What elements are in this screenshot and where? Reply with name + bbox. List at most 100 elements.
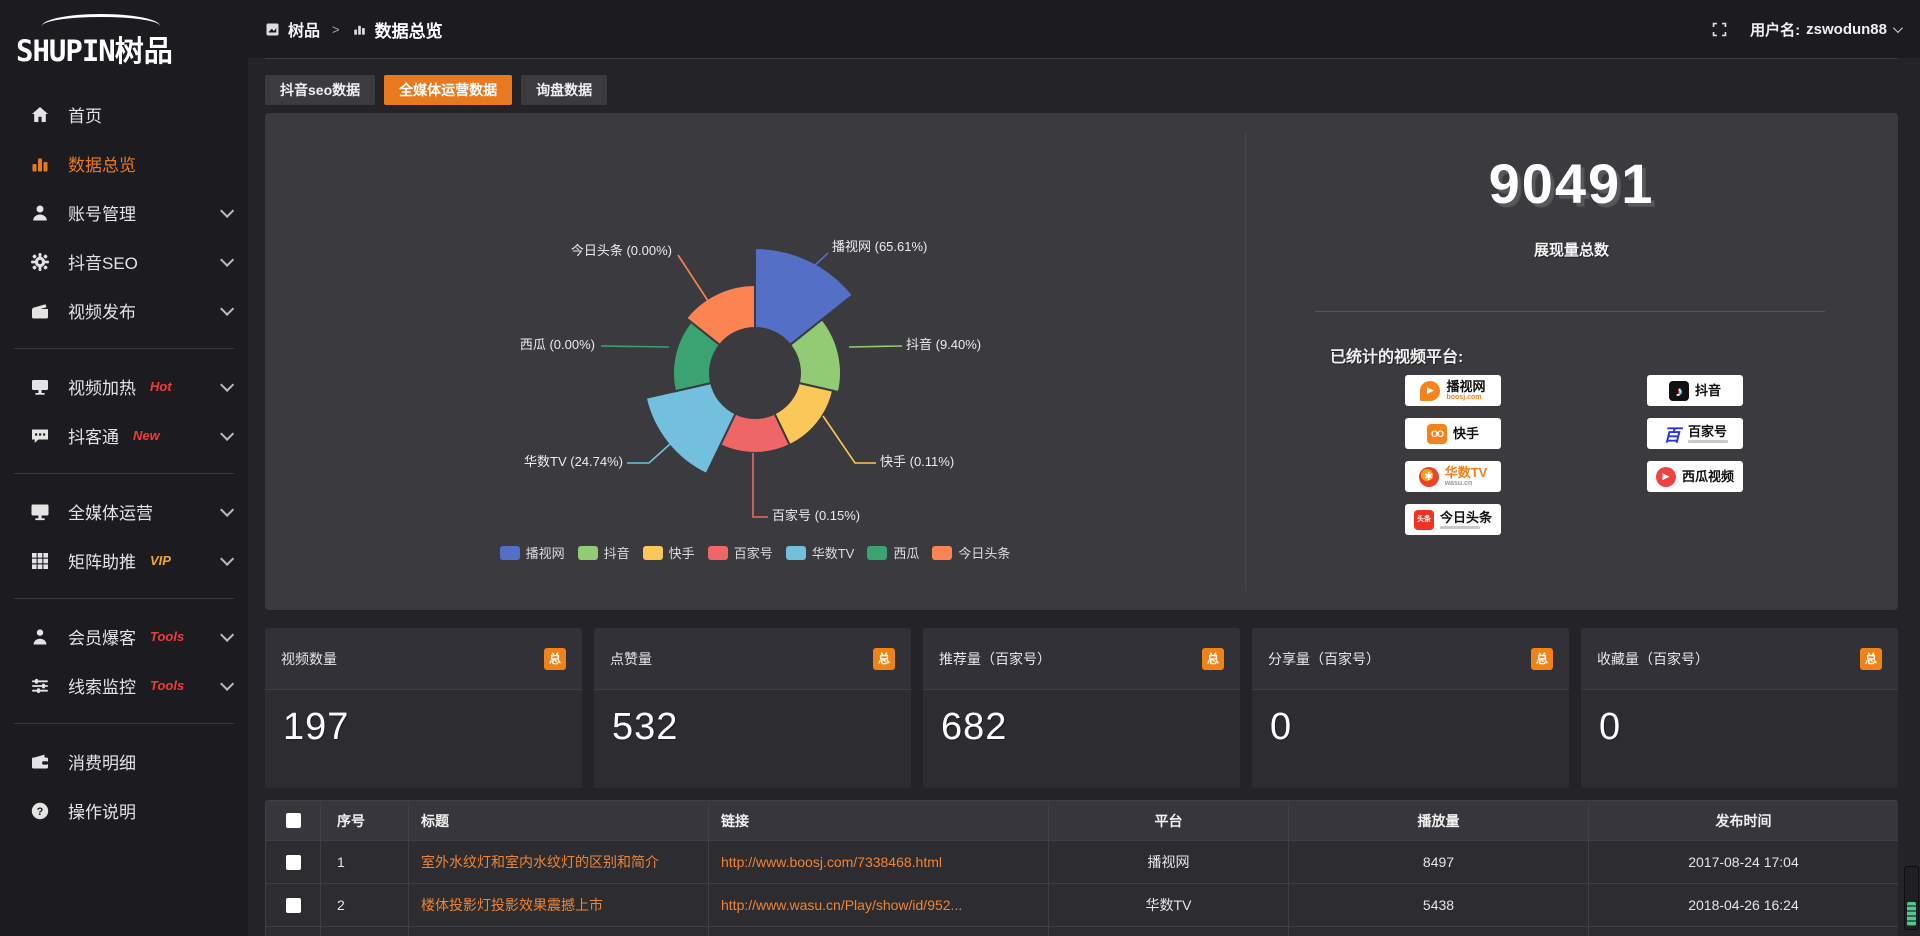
total-badge: 总 — [1531, 648, 1553, 670]
platform-badge-boosj: ▶ 播视网boosj.com — [1405, 375, 1501, 406]
total-badge: 总 — [544, 648, 566, 670]
table-row[interactable]: 1 室外水纹灯和室内水纹灯的区别和简介 http://www.boosj.com… — [266, 841, 1899, 884]
platforms-label: 已统计的视频平台: — [1330, 343, 1463, 367]
sidebar-item-douyin-seo[interactable]: 抖音SEO — [0, 237, 248, 286]
platform-badge-baijiahao: 百 百家号 — [1647, 418, 1743, 449]
cell-platform: 华数TV — [1049, 884, 1289, 927]
legend-item[interactable]: 播视网 — [500, 543, 565, 562]
stat-card-value: 197 — [265, 690, 582, 765]
legend-label: 播视网 — [526, 543, 565, 562]
legend-swatch — [500, 546, 520, 560]
sidebar-item-video-heat[interactable]: 视频加热 Hot — [0, 362, 248, 411]
pie-callout-label: 西瓜 (0.00%) — [520, 337, 595, 352]
pie-slice[interactable] — [646, 383, 736, 474]
sidebar-item-matrix-boost[interactable]: 矩阵助推 VIP — [0, 536, 248, 585]
platform-name: 百家号 — [1688, 425, 1727, 438]
grid-icon — [30, 551, 50, 571]
select-all-checkbox[interactable] — [286, 813, 301, 828]
row-checkbox[interactable] — [286, 855, 301, 870]
user-menu[interactable]: 用户名: zswodun88 — [1750, 19, 1900, 40]
platform-subtext: boosj.com — [1446, 394, 1481, 401]
pie-callout-label: 播视网 (65.61%) — [832, 239, 927, 254]
cell-index: 1 — [321, 841, 409, 884]
video-title-link[interactable]: 室外水纹灯和室内水纹灯的区别和简介 — [421, 852, 696, 872]
legend-label: 今日头条 — [958, 543, 1010, 562]
tools-badge: Tools — [150, 629, 184, 644]
sidebar-item-douketong[interactable]: 抖客通 New — [0, 411, 248, 460]
video-url-link[interactable]: http://www.wasu.cn/Play/show/id/952... — [721, 897, 1036, 913]
boosj-logo-icon: ▶ — [1420, 381, 1440, 401]
cell-platform: 播视网 — [1049, 841, 1289, 884]
stat-card-video-count: 视频数量总 197 — [265, 628, 582, 788]
legend-swatch — [932, 546, 952, 560]
legend-item[interactable]: 快手 — [643, 543, 695, 562]
sidebar: SHUPIN树品 首页 数据总览 账号管理 抖音SEO 视频发布 — [0, 0, 248, 936]
pie-callout-line — [849, 346, 902, 347]
legend-swatch — [708, 546, 728, 560]
platform-badge-douyin: ♪ 抖音 — [1647, 375, 1743, 406]
sidebar-item-home[interactable]: 首页 — [0, 90, 248, 139]
sidebar-item-omnimedia[interactable]: 全媒体运营 — [0, 487, 248, 536]
videos-table-panel: 序号 标题 链接 平台 播放量 发布时间 1 室外水纹灯和室内水纹灯的区别和简介… — [265, 800, 1898, 936]
stat-card-shares: 分享量（百家号） 总 0 — [1252, 628, 1569, 788]
sidebar-item-member-leads[interactable]: 会员爆客 Tools — [0, 612, 248, 661]
chart-panel: 播视网 (65.61%)抖音 (9.40%)快手 (0.11%)百家号 (0.1… — [265, 113, 1898, 610]
sidebar-item-data-overview[interactable]: 数据总览 — [0, 139, 248, 188]
stat-card-value: 0 — [1252, 690, 1569, 765]
bar-chart-icon — [352, 22, 367, 37]
legend-item[interactable]: 华数TV — [786, 543, 855, 562]
menu-divider — [14, 723, 234, 724]
col-title: 标题 — [409, 801, 709, 841]
stat-card-label: 收藏量（百家号） — [1597, 649, 1709, 669]
platform-badge-toutiao: 头条 今日头条 — [1405, 504, 1501, 535]
chevron-down-icon — [220, 203, 234, 217]
table-row[interactable]: 2 楼体投影灯投影效果震撼上市 http://www.wasu.cn/Play/… — [266, 884, 1899, 927]
sidebar-item-label: 线索监控 — [68, 673, 136, 698]
legend-item[interactable]: 抖音 — [578, 543, 630, 562]
kuaishou-logo-icon: OO — [1427, 424, 1447, 444]
video-url-link[interactable]: http://www.boosj.com/7338468.html — [721, 854, 1036, 870]
col-link: 链接 — [709, 801, 1049, 841]
sidebar-item-label: 全媒体运营 — [68, 499, 153, 524]
sidebar-item-label: 矩阵助推 — [68, 548, 136, 573]
chevron-down-icon — [220, 426, 234, 440]
legend-item[interactable]: 今日头条 — [932, 543, 1010, 562]
breadcrumb-root[interactable]: 树品 — [288, 17, 320, 41]
legend-item[interactable]: 百家号 — [708, 543, 773, 562]
sidebar-item-label: 视频发布 — [68, 298, 136, 323]
sidebar-item-label: 抖客通 — [68, 423, 119, 448]
menu-divider — [14, 598, 234, 599]
xigua-logo-icon: ▶ — [1656, 467, 1676, 487]
sidebar-item-lead-monitor[interactable]: 线索监控 Tools — [0, 661, 248, 710]
scrollbar[interactable] — [1904, 866, 1919, 930]
fullscreen-icon[interactable] — [1711, 21, 1728, 38]
scrollbar-indicator — [1907, 902, 1916, 926]
platform-badge-kuaishou: OO 快手 — [1405, 418, 1501, 449]
rose-pie-chart[interactable]: 播视网 (65.61%)抖音 (9.40%)快手 (0.11%)百家号 (0.1… — [265, 113, 1245, 610]
pie-callout-line — [753, 453, 768, 517]
tab-omnimedia-data[interactable]: 全媒体运营数据 — [384, 75, 512, 105]
total-exposure-label: 展现量总数 — [1245, 239, 1898, 260]
sidebar-item-spending-detail[interactable]: 消费明细 — [0, 737, 248, 786]
total-badge: 总 — [873, 648, 895, 670]
stat-card-label: 点赞量 — [610, 649, 652, 669]
legend-item[interactable]: 西瓜 — [867, 543, 919, 562]
sidebar-item-accounts[interactable]: 账号管理 — [0, 188, 248, 237]
platform-badges-right: ♪ 抖音 百 百家号 ▶ 西瓜视频 — [1647, 375, 1743, 492]
legend-swatch — [786, 546, 806, 560]
sidebar-item-label: 数据总览 — [68, 151, 136, 176]
pie-slice[interactable] — [755, 248, 853, 345]
sidebar-menu: 首页 数据总览 账号管理 抖音SEO 视频发布 视频加热 Hot — [0, 90, 248, 835]
sidebar-item-video-publish[interactable]: 视频发布 — [0, 286, 248, 335]
brand-logo: SHUPIN树品 — [0, 0, 248, 76]
video-title-link[interactable]: 楼体投影灯投影效果震撼上市 — [421, 895, 696, 915]
tab-douyin-seo-data[interactable]: 抖音seo数据 — [265, 75, 375, 105]
stat-card-label: 分享量（百家号） — [1268, 649, 1380, 669]
screen-icon — [30, 502, 50, 522]
sidebar-item-help[interactable]: ? 操作说明 — [0, 786, 248, 835]
tab-inquiry-data[interactable]: 询盘数据 — [521, 75, 607, 105]
platform-name: 今日头条 — [1440, 511, 1492, 524]
platform-slogan-bar — [1440, 526, 1480, 529]
legend-label: 百家号 — [734, 543, 773, 562]
row-checkbox[interactable] — [286, 898, 301, 913]
